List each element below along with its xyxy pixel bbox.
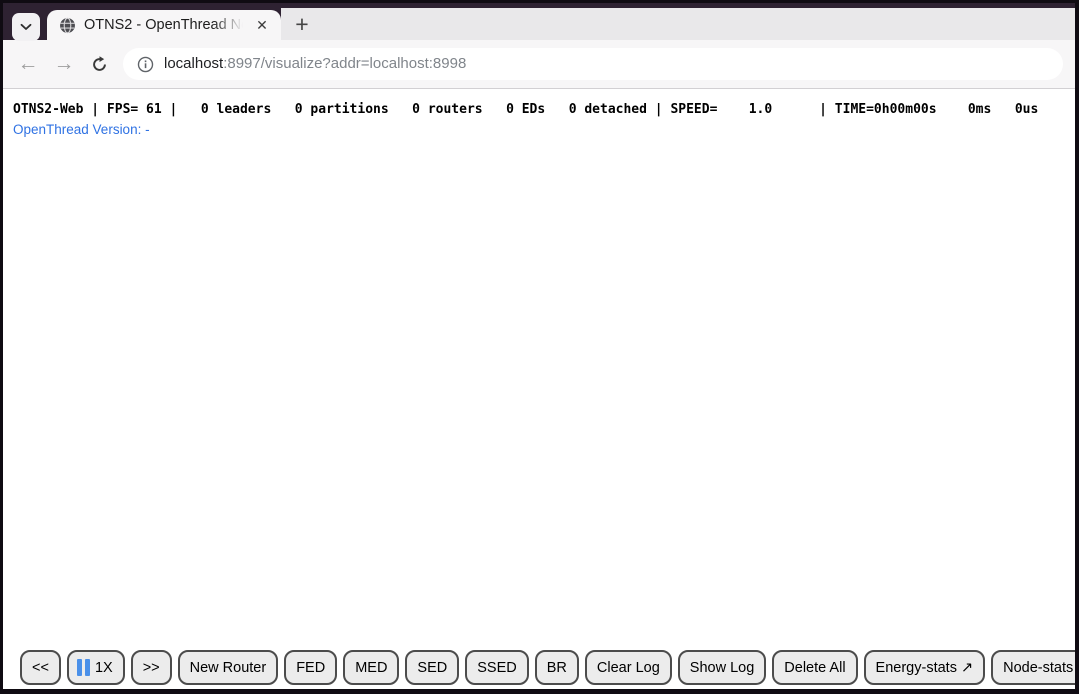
url-path: :8997/visualize?addr=localhost:8998 (223, 55, 466, 72)
clear-log-button[interactable]: Clear Log (585, 650, 672, 685)
navigation-toolbar: ← → localhost:8997/visualize? (3, 40, 1075, 88)
energy-stats-button[interactable]: Energy-stats ↗ (864, 650, 986, 685)
site-info-icon[interactable] (137, 56, 154, 73)
rewind-button[interactable]: << (20, 650, 61, 685)
speed-label: 1X (95, 660, 113, 676)
browser-tab[interactable]: OTNS2 - OpenThread Ne ✕ (47, 10, 281, 40)
chevron-down-icon (20, 23, 32, 31)
reload-button[interactable] (83, 47, 115, 81)
arrow-right-icon: → (54, 52, 75, 76)
url-text: localhost:8997/visualize?addr=localhost:… (164, 48, 466, 80)
node-stats-button[interactable]: Node-stats ↗ (991, 650, 1075, 685)
tab-overview-button[interactable] (12, 13, 40, 41)
delete-all-button[interactable]: Delete All (772, 650, 857, 685)
fed-button[interactable]: FED (284, 650, 337, 685)
ssed-button[interactable]: SSED (465, 650, 529, 685)
tab-close-button[interactable]: ✕ (251, 14, 273, 36)
new-router-button[interactable]: New Router (178, 650, 279, 685)
address-bar[interactable]: localhost:8997/visualize?addr=localhost:… (123, 48, 1063, 80)
reload-icon (91, 56, 108, 73)
globe-icon (59, 17, 76, 34)
plus-icon: + (295, 11, 308, 38)
show-log-button[interactable]: Show Log (678, 650, 767, 685)
simulation-canvas[interactable] (3, 137, 1075, 650)
tab-title: OTNS2 - OpenThread Ne (84, 15, 243, 35)
forward-button[interactable]: → (47, 47, 81, 81)
simulator-control-bar: << 1X >> New Router FED MED SED SSED BR … (3, 650, 1075, 689)
browser-window: + OTNS2 - OpenThread Ne (0, 0, 1079, 694)
arrow-left-icon: ← (18, 52, 39, 76)
back-button[interactable]: ← (11, 47, 45, 81)
new-tab-button[interactable]: + (286, 8, 318, 40)
tab-strip-background: + (281, 8, 1075, 40)
openthread-version-link[interactable]: OpenThread Version: - (13, 122, 150, 137)
url-host: localhost (164, 55, 223, 72)
pause-icon (77, 659, 90, 676)
otns-page: OTNS2-Web | FPS= 61 | 0 leaders 0 partit… (3, 89, 1075, 689)
tab-bar: + OTNS2 - OpenThread Ne (3, 3, 1075, 40)
sed-button[interactable]: SED (405, 650, 459, 685)
simulator-status-line: OTNS2-Web | FPS= 61 | 0 leaders 0 partit… (13, 102, 1075, 117)
br-button[interactable]: BR (535, 650, 579, 685)
speed-button[interactable]: 1X (67, 650, 125, 685)
close-icon: ✕ (256, 17, 268, 34)
med-button[interactable]: MED (343, 650, 399, 685)
fast-forward-button[interactable]: >> (131, 650, 172, 685)
